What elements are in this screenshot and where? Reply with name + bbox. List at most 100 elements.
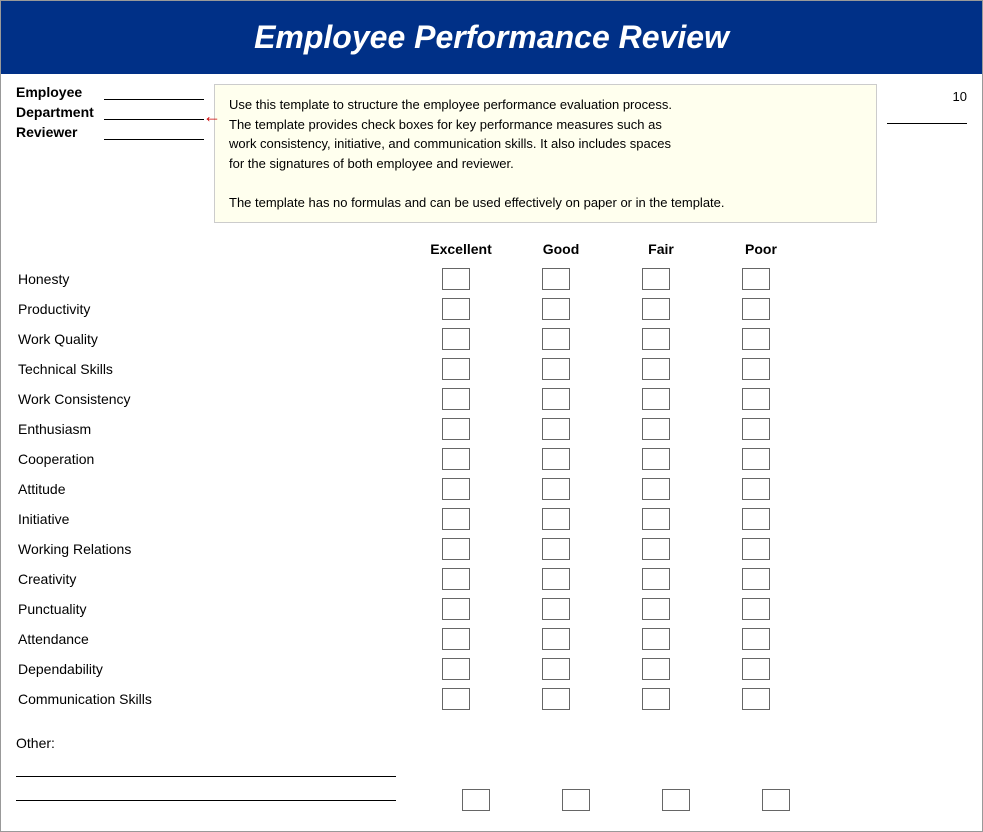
right-field: 10 [887,84,967,223]
checkbox-initiative-poor[interactable] [742,508,770,530]
checkbox-communication-excellent[interactable] [442,688,470,710]
checkbox-initiative-good[interactable] [542,508,570,530]
checkbox-creativity-fair[interactable] [642,568,670,590]
checkbox-cell [626,789,726,811]
checkbox-cell [506,568,606,590]
checkbox-other-excellent[interactable] [462,789,490,811]
checkbox-cell [406,538,506,560]
checkbox-punctuality-excellent[interactable] [442,598,470,620]
checkbox-attitude-fair[interactable] [642,478,670,500]
checkbox-cell [506,538,606,560]
checkbox-cell [706,328,806,350]
checkbox-workingrelations-good[interactable] [542,538,570,560]
checkbox-technicalskills-fair[interactable] [642,358,670,380]
checkbox-communication-fair[interactable] [642,688,670,710]
checkbox-enthusiasm-fair[interactable] [642,418,670,440]
checkbox-punctuality-good[interactable] [542,598,570,620]
checkbox-cell [606,568,706,590]
reviewer-row: Reviewer [16,124,204,140]
checkbox-honesty-good[interactable] [542,268,570,290]
table-row: Cooperation [16,445,967,473]
checkbox-workconsistency-good[interactable] [542,388,570,410]
checkbox-enthusiasm-excellent[interactable] [442,418,470,440]
checkbox-initiative-excellent[interactable] [442,508,470,530]
checkbox-dependability-good[interactable] [542,658,570,680]
info-fields: Employee Department Reviewer [16,84,204,223]
checkbox-enthusiasm-good[interactable] [542,418,570,440]
checkbox-cell [406,298,506,320]
checkbox-creativity-poor[interactable] [742,568,770,590]
checkbox-creativity-good[interactable] [542,568,570,590]
checkbox-workquality-poor[interactable] [742,328,770,350]
checkbox-honesty-excellent[interactable] [442,268,470,290]
table-row: Attitude [16,475,967,503]
checkbox-technicalskills-good[interactable] [542,358,570,380]
other-line-1[interactable] [16,759,396,777]
checkbox-cell [606,298,706,320]
checkbox-workconsistency-excellent[interactable] [442,388,470,410]
checkbox-attendance-poor[interactable] [742,628,770,650]
checkbox-communication-poor[interactable] [742,688,770,710]
checkbox-cooperation-good[interactable] [542,448,570,470]
checkbox-cell [706,418,806,440]
other-line-2[interactable] [16,783,396,801]
checkbox-productivity-poor[interactable] [742,298,770,320]
checkbox-cell [406,388,506,410]
checkbox-attendance-excellent[interactable] [442,628,470,650]
checkbox-cell [406,598,506,620]
checkbox-cell [706,598,806,620]
checkbox-dependability-excellent[interactable] [442,658,470,680]
criteria-label-honesty: Honesty [16,271,406,287]
checkbox-cell [706,478,806,500]
checkbox-cell [706,538,806,560]
checkbox-attitude-poor[interactable] [742,478,770,500]
checkbox-other-good[interactable] [562,789,590,811]
checkbox-workquality-fair[interactable] [642,328,670,350]
criteria-label-productivity: Productivity [16,301,406,317]
checkbox-workconsistency-fair[interactable] [642,388,670,410]
checkbox-dependability-fair[interactable] [642,658,670,680]
checkbox-cooperation-fair[interactable] [642,448,670,470]
checkbox-honesty-poor[interactable] [742,268,770,290]
checkbox-attendance-good[interactable] [542,628,570,650]
checkbox-cell [406,358,506,380]
checkbox-dependability-poor[interactable] [742,658,770,680]
checkbox-technicalskills-excellent[interactable] [442,358,470,380]
checkbox-workconsistency-poor[interactable] [742,388,770,410]
checkbox-honesty-fair[interactable] [642,268,670,290]
checkbox-cell [706,568,806,590]
checkbox-attitude-excellent[interactable] [442,478,470,500]
checkbox-cell [606,358,706,380]
checkbox-attitude-good[interactable] [542,478,570,500]
ratings-spacer [1,241,411,257]
department-label: Department [16,104,96,120]
checkbox-productivity-fair[interactable] [642,298,670,320]
tooltip-box: ← Use this template to structure the emp… [214,84,877,223]
checkbox-cell [606,268,706,290]
checkbox-workingrelations-excellent[interactable] [442,538,470,560]
checkbox-cell [506,478,606,500]
checkbox-communication-good[interactable] [542,688,570,710]
checkbox-creativity-excellent[interactable] [442,568,470,590]
table-row: Dependability [16,655,967,683]
checkbox-initiative-fair[interactable] [642,508,670,530]
checkbox-cooperation-excellent[interactable] [442,448,470,470]
checkbox-workquality-excellent[interactable] [442,328,470,350]
checkbox-enthusiasm-poor[interactable] [742,418,770,440]
checkbox-productivity-good[interactable] [542,298,570,320]
checkbox-punctuality-poor[interactable] [742,598,770,620]
checkbox-other-poor[interactable] [762,789,790,811]
checkbox-technicalskills-poor[interactable] [742,358,770,380]
reviewer-line [104,124,204,140]
tooltip-text: Use this template to structure the emplo… [229,97,725,210]
checkbox-cell [506,658,606,680]
checkbox-workquality-good[interactable] [542,328,570,350]
checkbox-other-fair[interactable] [662,789,690,811]
checkbox-workingrelations-poor[interactable] [742,538,770,560]
checkbox-productivity-excellent[interactable] [442,298,470,320]
checkbox-cooperation-poor[interactable] [742,448,770,470]
criteria-label-initiative: Initiative [16,511,406,527]
checkbox-workingrelations-fair[interactable] [642,538,670,560]
checkbox-punctuality-fair[interactable] [642,598,670,620]
checkbox-attendance-fair[interactable] [642,628,670,650]
